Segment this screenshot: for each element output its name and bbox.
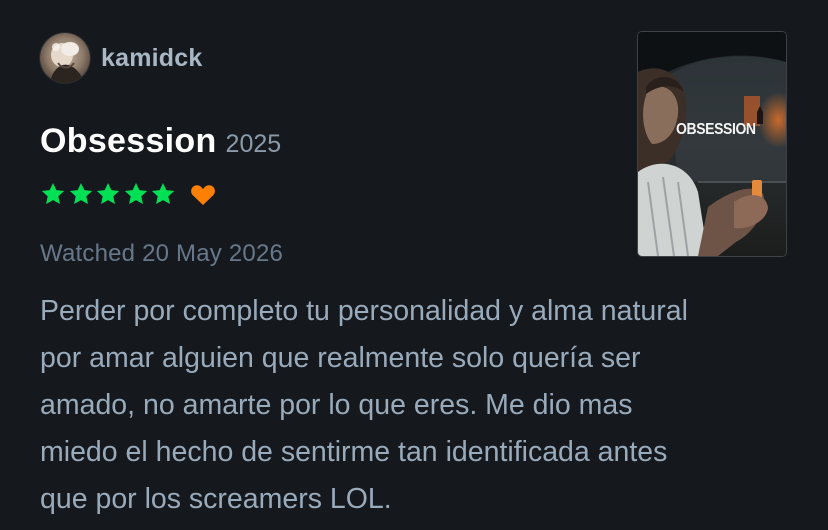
username[interactable]: kamidck	[101, 44, 202, 73]
poster-artwork	[638, 32, 786, 256]
review-text: Perder por completo tu personalidad y al…	[40, 288, 800, 523]
review-line: por amar alguien que realmente solo quer…	[40, 342, 641, 374]
rating-row	[40, 181, 216, 207]
film-year[interactable]: 2025	[226, 130, 282, 159]
film-heading: Obsession 2025	[40, 122, 281, 161]
watched-date: Watched 20 May 2026	[40, 240, 284, 267]
avatar[interactable]	[40, 33, 90, 83]
review-line: que por los screamers LOL.	[40, 483, 392, 515]
review-card: kamidck Obsession 2025 Watched 20 May 20…	[0, 0, 828, 530]
user-row[interactable]: kamidck	[40, 33, 202, 83]
review-line: amado, no amarte por lo que eres. Me dio…	[40, 389, 633, 421]
heart-icon	[190, 185, 215, 206]
star-icon	[69, 182, 92, 204]
star-icon	[151, 182, 175, 204]
review-line: miedo el hecho de sentirme tan identific…	[40, 436, 668, 468]
poster-title: OBSESSION	[676, 118, 756, 138]
film-poster[interactable]: OBSESSION	[638, 32, 786, 256]
star-icon	[124, 182, 147, 204]
review-line: Perder por completo tu personalidad y al…	[40, 295, 688, 327]
avatar-image	[40, 33, 90, 83]
film-title[interactable]: Obsession	[40, 122, 217, 161]
star-icon	[96, 182, 120, 204]
star-icon	[41, 182, 65, 204]
